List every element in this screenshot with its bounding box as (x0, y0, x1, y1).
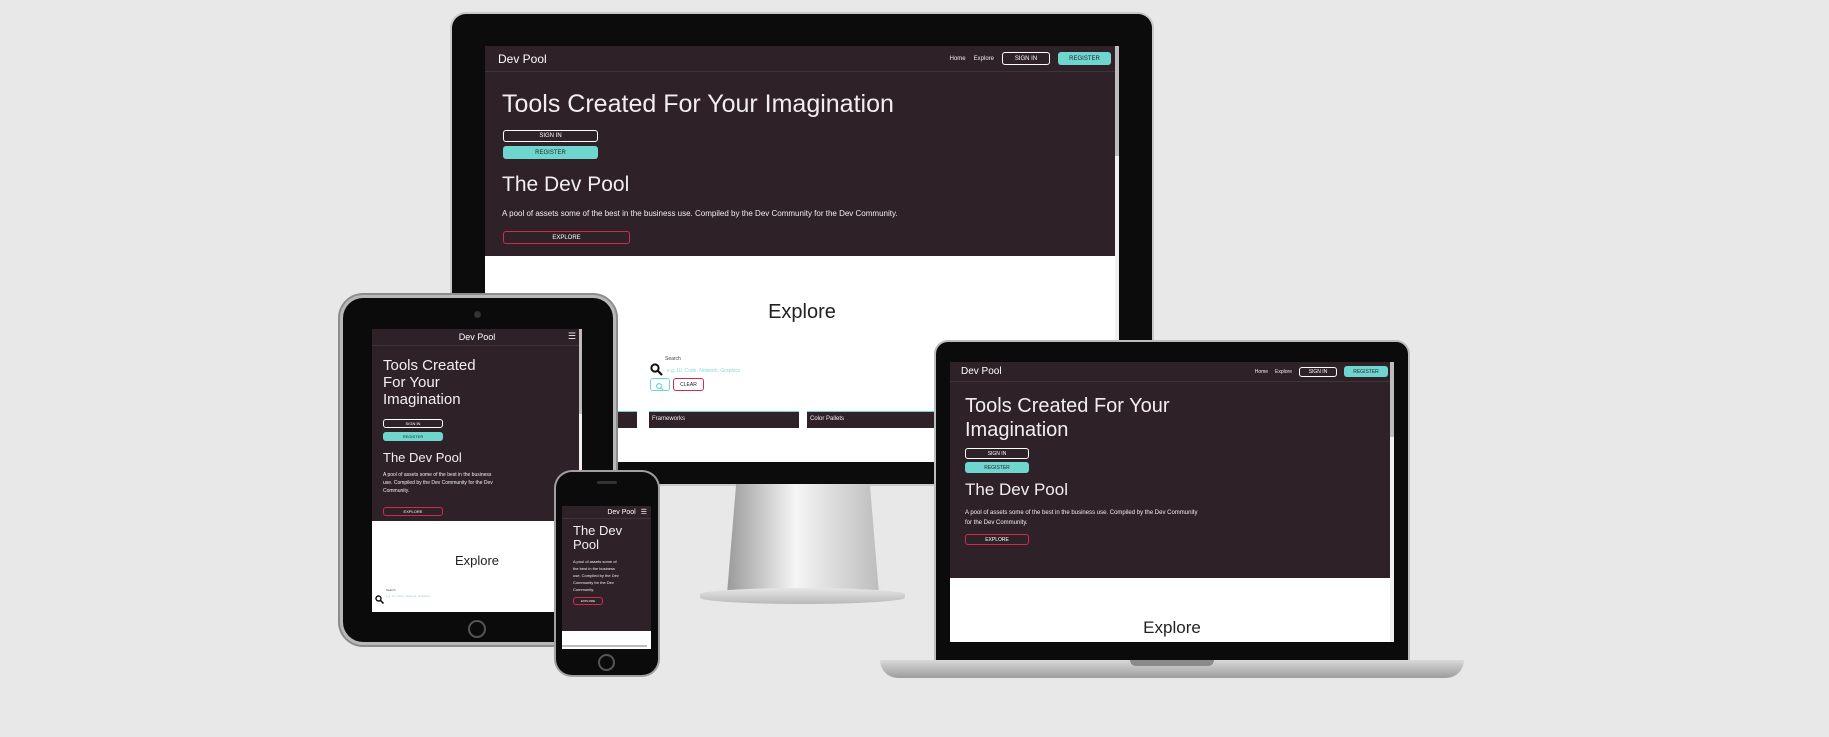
about-text: A pool of assets some of the best in the… (502, 209, 898, 218)
clear-button[interactable]: CLEAR (673, 378, 704, 391)
hero-title-line: Tools Created For Your (965, 395, 1170, 417)
scrollbar[interactable] (1390, 362, 1394, 642)
hero-title: Tools Created For Your Imagination (383, 357, 476, 408)
search-input[interactable]: e.g. UI, Code, Network, Graphics (667, 368, 797, 374)
navbar: Dev Pool ☰ (372, 329, 582, 346)
tablet-home-button[interactable] (468, 620, 486, 638)
tablet-header-section: Dev Pool ☰ Tools Created For Your Imagin… (372, 329, 582, 521)
search-label: Search (665, 356, 681, 362)
explore-button[interactable]: EXPLORE (383, 507, 443, 516)
category-label: Color Pallets (810, 416, 845, 422)
navbar: Dev Pool Home Explore SIGN IN REGISTER (485, 46, 1119, 72)
about-text-line: Community. (383, 488, 410, 494)
navbar: Dev Pool Home Explore SIGN IN REGISTER (950, 362, 1394, 382)
tablet-camera (474, 311, 481, 318)
hero-register-button[interactable]: REGISTER (383, 432, 443, 441)
hamburger-menu-icon[interactable]: ☰ (568, 331, 576, 342)
about-text-line: for the Dev Community. (965, 520, 1028, 526)
search-icon (375, 591, 385, 609)
nav-explore-link[interactable]: Explore (1275, 369, 1292, 375)
hero-sign-in-button[interactable]: SIGN IN (383, 419, 443, 428)
hero-sign-in-button[interactable]: SIGN IN (503, 130, 598, 142)
laptop-device: Dev Pool Home Explore SIGN IN REGISTER T… (936, 342, 1408, 660)
phone-device: Dev Pool ☰ The Dev Pool A pool of assets… (556, 472, 658, 675)
about-text: A pool of assets some of the best in the… (383, 471, 493, 495)
hamburger-menu-icon[interactable]: ☰ (641, 508, 647, 516)
phone-header-section: Dev Pool ☰ The Dev Pool A pool of assets… (562, 506, 651, 631)
nav-links: Home Explore SIGN IN REGISTER (1255, 366, 1388, 377)
hero-sign-in-button[interactable]: SIGN IN (965, 448, 1029, 459)
explore-heading: Explore (454, 553, 500, 568)
hero-title: Tools Created For Your Imagination (502, 90, 894, 118)
brand-logo[interactable]: Dev Pool (459, 332, 496, 342)
hero-title: Tools Created For Your Imagination (965, 394, 1170, 442)
about-title: The Dev Pool (502, 173, 630, 196)
explore-heading: Explore (1143, 618, 1201, 637)
hero-title-line: Imagination (383, 391, 461, 408)
nav-sign-in-button[interactable]: SIGN IN (1002, 52, 1050, 65)
about-text-line: A pool of assets some of the best in the… (965, 510, 1198, 516)
laptop-base (880, 660, 1464, 678)
nav-home-link[interactable]: Home (1255, 369, 1268, 375)
category-card-color-pallets[interactable]: Color Pallets (807, 411, 957, 428)
nav-links: Home Explore SIGN IN REGISTER (950, 52, 1111, 65)
about-title: The Dev Pool (573, 523, 623, 552)
nav-register-button[interactable]: REGISTER (1058, 52, 1111, 65)
hero-title-line: For Your (383, 374, 440, 391)
explore-button[interactable]: EXPLORE (965, 534, 1029, 545)
tablet-screen: Dev Pool ☰ Tools Created For Your Imagin… (372, 329, 582, 612)
nav-register-button[interactable]: REGISTER (1344, 366, 1388, 377)
search-input[interactable]: e.g. UI, Code, Network, Graphics (386, 594, 466, 598)
brand-logo[interactable]: Dev Pool (607, 509, 635, 516)
nav-explore-link[interactable]: Explore (974, 56, 994, 62)
category-label: Frameworks (652, 416, 686, 422)
monitor-header-section: Dev Pool Home Explore SIGN IN REGISTER T… (485, 46, 1119, 256)
explore-button[interactable]: EXPLORE (573, 597, 603, 605)
about-text-line: the best in the business (573, 566, 616, 571)
hero-title-line: Tools Created (383, 357, 476, 374)
monitor-stand-base (700, 588, 905, 604)
about-text-line: Community. (573, 587, 595, 592)
nav-sign-in-button[interactable]: SIGN IN (1299, 366, 1337, 377)
about-text-line: use. Compiled by the Dev (573, 573, 619, 578)
explore-button[interactable]: EXPLORE (503, 231, 630, 244)
about-text-line: use. Compiled by the Dev Community for t… (383, 480, 493, 486)
search-button[interactable] (650, 378, 670, 391)
about-title: The Dev Pool (965, 480, 1068, 499)
nav-home-link[interactable]: Home (950, 56, 966, 62)
about-text-line: A pool of assets some of (573, 559, 617, 564)
category-card-frameworks[interactable]: Frameworks (649, 411, 799, 428)
about-text-line: Community for the Dev (573, 580, 614, 585)
hero-register-button[interactable]: REGISTER (503, 146, 598, 159)
scrollbar[interactable] (562, 645, 647, 647)
hero-title-line: Imagination (965, 419, 1069, 441)
phone-home-button[interactable] (598, 654, 615, 671)
laptop-screen: Dev Pool Home Explore SIGN IN REGISTER T… (950, 362, 1394, 642)
brand-logo[interactable]: Dev Pool (961, 366, 1002, 377)
hero-register-button[interactable]: REGISTER (965, 462, 1029, 473)
navbar: Dev Pool ☰ (562, 506, 651, 519)
about-text: A pool of assets some of the best in the… (573, 558, 619, 593)
about-title: The Dev Pool (383, 450, 462, 465)
phone-speaker (597, 481, 617, 484)
phone-screen: Dev Pool ☰ The Dev Pool A pool of assets… (562, 506, 651, 649)
search-icon (655, 382, 664, 391)
about-text: A pool of assets some of the best in the… (965, 508, 1197, 528)
about-text-line: A pool of assets some of the best in the… (383, 472, 492, 478)
laptop-hinge-notch (1130, 660, 1214, 666)
brand-logo[interactable]: Dev Pool (498, 52, 547, 66)
search-label: Search (386, 588, 396, 592)
laptop-header-section: Dev Pool Home Explore SIGN IN REGISTER T… (950, 362, 1394, 578)
monitor-stand-neck (727, 484, 879, 594)
